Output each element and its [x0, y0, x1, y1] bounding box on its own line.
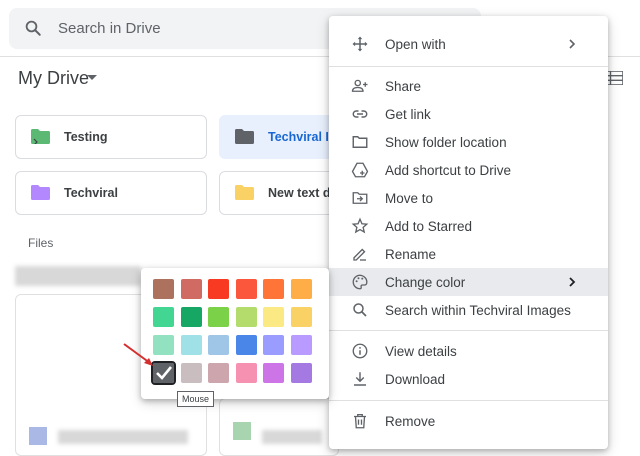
menu-item-label: Share [385, 79, 422, 94]
color-swatch[interactable] [235, 363, 257, 383]
menu-item-move-to[interactable]: Move to [329, 184, 608, 212]
color-swatch[interactable] [235, 279, 257, 299]
chevron-right-icon [569, 39, 576, 49]
tooltip: Mouse [177, 391, 215, 407]
color-swatch[interactable] [235, 307, 257, 327]
color-palette [141, 268, 329, 399]
blurred-file-name [15, 266, 141, 286]
palette-icon [352, 274, 368, 290]
folder-card-testing[interactable]: Testing [15, 115, 207, 159]
context-menu: Open with Share Get link Show folder loc… [329, 16, 608, 449]
color-swatch[interactable] [180, 279, 202, 299]
menu-item-label: Get link [385, 107, 431, 122]
menu-item-label: Search within Techviral Images [385, 303, 571, 318]
menu-item-open-with[interactable]: Open with [329, 30, 608, 58]
menu-item-get-link[interactable]: Get link [329, 100, 608, 128]
menu-divider [329, 66, 608, 67]
menu-item-label: Move to [385, 191, 434, 206]
color-swatch[interactable] [235, 335, 257, 355]
info-icon [352, 343, 368, 359]
search-icon[interactable] [24, 19, 42, 37]
color-swatch[interactable] [153, 279, 174, 299]
color-swatch[interactable] [208, 307, 230, 327]
blurred-file-name [262, 430, 322, 444]
blurred-file-name [58, 430, 188, 444]
menu-item-rename[interactable]: Rename [329, 240, 608, 268]
chevron-right-icon [569, 277, 576, 287]
file-type-icon [29, 427, 47, 445]
color-swatch[interactable] [291, 279, 312, 299]
chevron-down-icon[interactable] [87, 75, 97, 80]
color-swatch[interactable] [291, 335, 312, 355]
color-swatch[interactable] [180, 363, 202, 383]
menu-item-view-details[interactable]: View details [329, 337, 608, 365]
page-title[interactable]: My Drive [18, 68, 89, 89]
folder-name: New text do [268, 186, 339, 200]
color-swatch[interactable] [263, 335, 285, 355]
menu-item-label: Remove [385, 414, 436, 429]
menu-item-label: Rename [385, 247, 437, 262]
folder-card-techviral-images[interactable]: Techviral Im [219, 115, 340, 159]
move-arrows-icon [352, 36, 368, 52]
pencil-icon [353, 248, 366, 261]
color-swatch[interactable] [263, 363, 285, 383]
color-swatch[interactable] [263, 307, 285, 327]
menu-item-share[interactable]: Share [329, 72, 608, 100]
color-swatch[interactable] [180, 307, 202, 327]
trash-icon [354, 413, 366, 429]
menu-item-label: Add to Starred [385, 219, 473, 234]
menu-item-add-shortcut[interactable]: Add shortcut to Drive [329, 156, 608, 184]
folder-name: Testing [64, 130, 108, 144]
file-type-icon [233, 422, 251, 440]
menu-divider [329, 330, 608, 331]
menu-item-change-color[interactable]: Change color [329, 268, 608, 296]
color-swatch[interactable] [180, 335, 202, 355]
menu-item-search-within[interactable]: Search within Techviral Images [329, 296, 608, 324]
list-view-icon[interactable] [606, 71, 623, 85]
menu-item-remove[interactable]: Remove [329, 407, 608, 435]
menu-item-label: Add shortcut to Drive [385, 163, 512, 178]
folder-card-new-text-document[interactable]: New text do [219, 171, 339, 215]
menu-item-label: Show folder location [385, 135, 507, 150]
menu-item-add-to-starred[interactable]: Add to Starred [329, 212, 608, 240]
color-swatch[interactable] [208, 363, 230, 383]
folder-icon [235, 185, 254, 200]
star-outline-icon [351, 217, 369, 234]
color-swatch[interactable] [263, 279, 285, 299]
folder-icon [235, 129, 254, 144]
menu-item-label: Change color [385, 275, 466, 290]
shared-folder-icon [31, 129, 50, 144]
download-icon [354, 372, 366, 386]
color-swatch[interactable] [153, 307, 174, 327]
color-swatch[interactable] [291, 363, 312, 383]
files-section-label: Files [28, 236, 54, 250]
color-swatch[interactable] [208, 279, 230, 299]
move-to-icon [352, 192, 368, 204]
menu-item-download[interactable]: Download [329, 365, 608, 393]
folder-outline-icon [352, 136, 368, 148]
menu-item-show-folder-location[interactable]: Show folder location [329, 128, 608, 156]
color-swatch[interactable] [208, 335, 230, 355]
search-icon [353, 303, 367, 317]
folder-icon [31, 185, 50, 200]
folder-name: Techviral [64, 186, 118, 200]
menu-item-label: View details [385, 344, 457, 359]
annotation-arrow-icon [123, 343, 153, 366]
color-swatch[interactable] [291, 307, 312, 327]
menu-item-label: Open with [385, 37, 446, 52]
search-input[interactable]: Search in Drive [58, 20, 161, 37]
person-add-icon [351, 79, 368, 92]
menu-divider [329, 400, 608, 401]
menu-item-label: Download [385, 372, 446, 387]
link-icon [352, 110, 368, 118]
folder-card-techviral[interactable]: Techviral [15, 171, 207, 215]
drive-shortcut-icon [351, 162, 369, 178]
